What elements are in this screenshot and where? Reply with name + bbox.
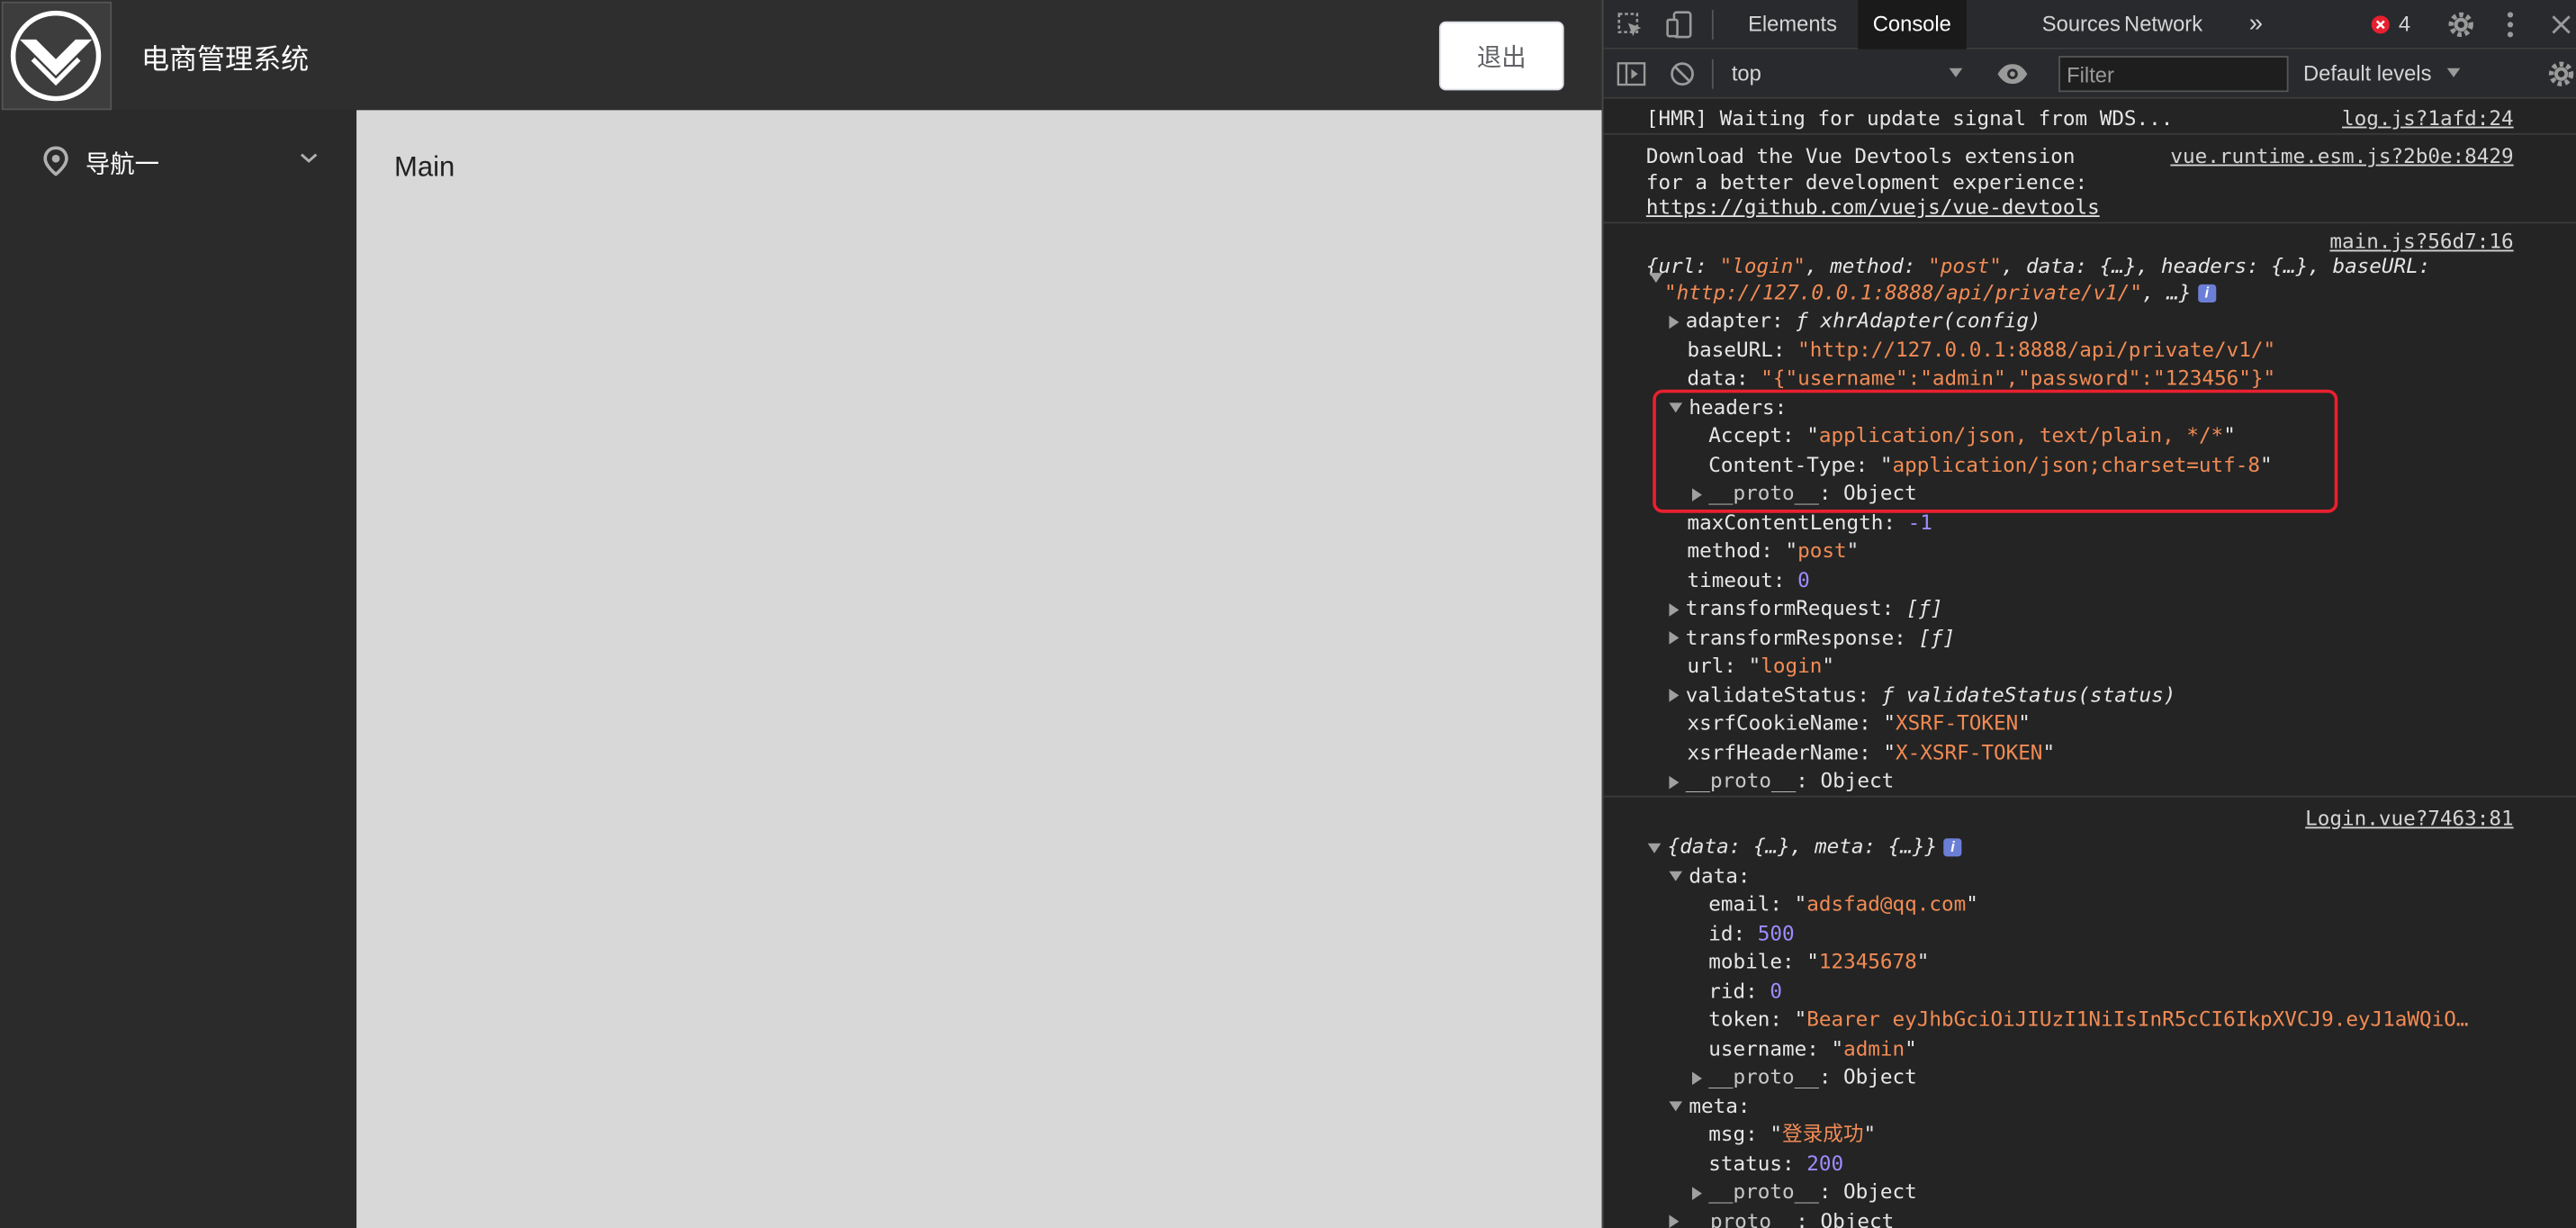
prop-proto[interactable]: __proto__: Object [1669,1205,1894,1228]
devtools-tab-bar: Elements Console Sources Network » 4 [1603,0,2576,50]
sidebar-nav-item-1[interactable]: 导航一 [0,133,356,193]
log-levels-dropdown[interactable]: Default levels [2293,50,2474,99]
prop-token: token: "Bearer eyJhbGciOiJIUzI1NiIsInR5c… [1708,1006,2469,1031]
console-message-login-response: Login.vue?7463:81 {data: {…}, meta: {…}}… [1603,798,2576,1228]
more-tabs-icon[interactable]: » [2234,0,2277,50]
error-icon[interactable] [2371,14,2391,34]
annotation-highlight-box [1653,389,2338,513]
tab-network[interactable]: Network [2110,0,2218,50]
collapse-triangle-icon [1669,1101,1683,1112]
app-title: 电商管理系统 [140,44,310,77]
app-header: 电商管理系统 退出 [0,0,1602,111]
tab-console[interactable]: Console [1858,0,1967,50]
prop-url: url: "login" [1687,652,1835,678]
main-title: Main [394,150,455,183]
prop-data[interactable]: data: [1669,861,1750,889]
context-selector-value: top [1731,60,1761,86]
log-text: Download the Vue Devtools extension [1645,142,2076,168]
logout-button[interactable]: 退出 [1438,21,1564,91]
console-toolbar: top Default levels [1603,49,2576,99]
toolbar-divider [1711,9,1714,40]
prop-adapter[interactable]: adapter: ƒ xhrAdapter(config) [1669,306,2041,334]
prop-proto[interactable]: __proto__: Object [1669,766,1894,794]
info-badge-icon[interactable]: i [1943,838,1962,857]
sidebar: 导航一 [0,110,357,1228]
prop-xsrfcookiename: xsrfCookieName: "XSRF-TOKEN" [1687,709,2031,736]
dropdown-arrow-icon [2446,68,2461,77]
prop-proto[interactable]: __proto__: Object [1692,1177,1917,1205]
expand-triangle-icon [1669,602,1680,616]
prop-mobile: mobile: "12345678" [1708,948,1930,973]
info-badge-icon[interactable]: i [2197,284,2216,302]
console-message: [HMR] Waiting for update signal from WDS… [1603,100,2576,135]
log-levels-value: Default levels [2303,60,2432,86]
prop-status: status: 200 [1708,1150,1844,1175]
collapse-triangle-icon [1669,871,1683,881]
show-sidebar-icon[interactable] [1617,61,1646,87]
prop-baseurl: baseURL: "http://127.0.0.1:8888/api/priv… [1687,336,2276,361]
prop-msg: msg: "登录成功" [1708,1121,1877,1146]
clear-console-icon[interactable] [1669,61,1695,87]
context-selector[interactable]: top [1718,50,1981,99]
prop-email: email: "adsfad@qq.com" [1708,890,1978,916]
source-link[interactable]: main.js?56d7:16 [2329,227,2513,255]
log-text: [HMR] Waiting for update signal from WDS… [1645,104,2174,131]
source-link[interactable]: Login.vue?7463:81 [2305,804,2513,832]
expand-triangle-icon [1669,314,1680,329]
prop-validatestatus[interactable]: validateStatus: ƒ validateStatus(status) [1669,680,2175,708]
expand-triangle-icon [1692,1186,1702,1200]
close-icon[interactable] [2550,14,2573,37]
prop-transformrequest[interactable]: transformRequest: [ƒ] [1669,593,1943,621]
main-content: Main [356,110,1602,1228]
location-pin-icon [43,146,68,176]
more-options-icon[interactable] [2506,10,2516,40]
prop-proto[interactable]: __proto__: Object [1692,1062,1917,1090]
expand-triangle-icon [1669,689,1680,702]
toolbar-divider [1711,59,1714,89]
inspect-element-icon[interactable] [1617,12,1644,40]
source-link[interactable]: log.js?1afd:24 [2342,104,2514,131]
source-link[interactable]: vue.runtime.esm.js?2b0e:8429 [2170,141,2513,169]
screen: 电商管理系统 退出 导航一 Main Elements Console Sour… [0,0,2576,1228]
prop-timeout: timeout: 0 [1687,566,1810,591]
devtools-panel: Elements Console Sources Network » 4 top… [1601,0,2576,1228]
log-text: for a better development experience: [1645,168,2088,194]
prop-xsrfheadername: xsrfHeaderName: "X-XSRF-TOKEN" [1687,738,2056,764]
sidebar-nav-item-label: 导航一 [85,149,160,180]
settings-gear-icon[interactable] [2446,10,2476,40]
prop-rid: rid: 0 [1708,977,1783,1002]
app-logo [1,1,113,111]
logo-icon [3,3,111,109]
prop-method: method: "post" [1687,537,1860,563]
prop-meta[interactable]: meta: [1669,1091,1750,1119]
device-toolbar-icon[interactable] [1666,10,1696,40]
app-window: 电商管理系统 退出 导航一 Main [0,0,1602,1228]
filter-input[interactable] [2058,56,2289,93]
collapse-triangle-icon [1647,842,1662,853]
tab-elements[interactable]: Elements [1734,0,1852,50]
object-summary-cont: "http://127.0.0.1:8888/api/private/v1/",… [1664,278,2216,306]
prop-id: id: 500 [1708,919,1795,945]
live-expression-eye-icon[interactable] [1996,62,2030,86]
error-count[interactable]: 4 [2399,12,2410,36]
expand-triangle-icon [1669,631,1680,645]
prop-username: username: "admin" [1708,1034,1917,1060]
expand-triangle-icon [1692,1070,1702,1085]
expand-triangle-icon [1669,1214,1680,1228]
prop-data: data: "{"username":"admin","password":"1… [1687,365,2276,390]
dropdown-arrow-icon [1949,68,1963,77]
object-summary[interactable]: {data: {…}, meta: {…}} i [1647,832,1962,860]
chevron-down-icon [300,153,318,163]
devtools-url-link[interactable]: https://github.com/vuejs/vue-devtools [1646,193,2100,221]
console-message: Download the Vue Devtools extension for … [1603,135,2576,224]
console-output: [HMR] Waiting for update signal from WDS… [1603,100,2576,1228]
prop-transformresponse[interactable]: transformResponse: [ƒ] [1669,622,1955,650]
collapse-triangle-icon[interactable] [1649,273,1663,284]
console-settings-gear-icon[interactable] [2546,59,2576,89]
expand-triangle-icon [1669,774,1680,789]
object-summary[interactable]: {url: "login", method: "post", data: {…}… [1646,251,2430,279]
